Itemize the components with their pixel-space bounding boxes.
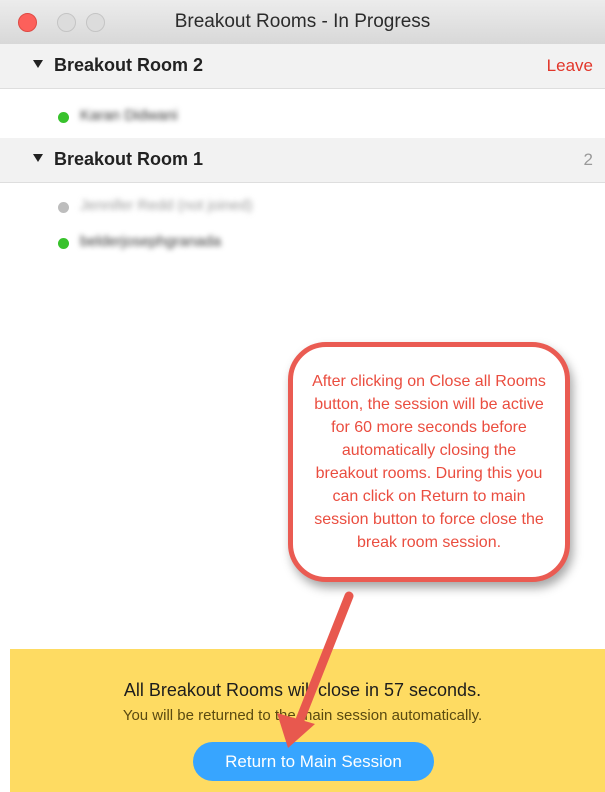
room-header-breakout-room-1[interactable]: Breakout Room 1 2: [0, 138, 605, 183]
offline-status-icon: [58, 202, 69, 213]
caret-down-icon[interactable]: [33, 154, 43, 162]
annotation-callout: After clicking on Close all Rooms button…: [288, 342, 570, 582]
online-status-icon: [58, 112, 69, 123]
close-countdown-message: All Breakout Rooms will close in 57 seco…: [123, 680, 482, 700]
room-participant-count: 2: [583, 150, 593, 169]
room-name: Breakout Room 1: [54, 149, 204, 169]
room-header-breakout-room-2[interactable]: Breakout Room 2 Leave: [0, 44, 605, 89]
participant-name: Karan Didwani: [80, 107, 178, 124]
window-titlebar: Breakout Rooms - In Progress: [0, 0, 605, 45]
window-title: Breakout Rooms - In Progress: [174, 11, 431, 32]
return-to-main-session-button[interactable]: Return to Main Session: [193, 742, 434, 781]
room-name: Breakout Room 2: [54, 55, 204, 75]
participant-name: Jennifer Redd (not joined): [80, 197, 253, 214]
participant-name: belderjosephgranada: [80, 233, 221, 250]
annotation-text: After clicking on Close all Rooms button…: [312, 373, 546, 551]
caret-down-icon[interactable]: [33, 60, 43, 68]
leave-button[interactable]: Leave: [547, 56, 593, 76]
online-status-icon: [58, 238, 69, 249]
return-notice-message: You will be returned to the main session…: [122, 707, 483, 724]
